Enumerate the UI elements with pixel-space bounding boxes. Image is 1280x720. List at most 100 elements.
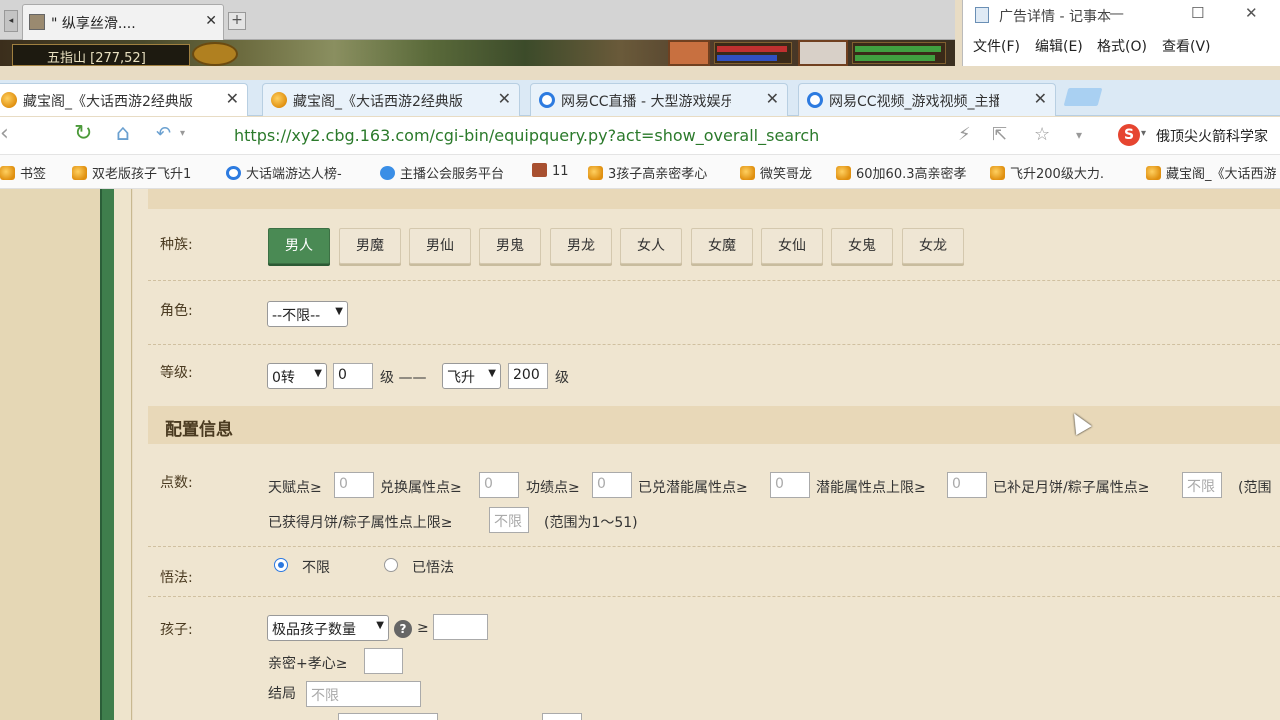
potential-cap-input[interactable]: 0 xyxy=(947,472,987,498)
close-icon[interactable]: ✕ xyxy=(766,89,779,108)
race-option[interactable]: 男人 xyxy=(268,228,330,264)
browser-tab-title: 网易CC直播 - 大型游戏娱乐直 xyxy=(561,94,731,110)
maximize-icon[interactable]: ☐ xyxy=(1191,4,1204,22)
role-select[interactable]: --不限-- ▼ xyxy=(267,301,348,327)
treasure-icon xyxy=(990,166,1005,180)
cropped-input[interactable] xyxy=(542,713,582,720)
race-option[interactable]: 男龙 xyxy=(550,228,612,264)
notepad-menu-view[interactable]: 查看(V) xyxy=(1162,36,1211,56)
bookmark-item[interactable]: 双老版孩子飞升1 xyxy=(72,163,191,182)
star-icon[interactable]: ☆ xyxy=(1034,124,1050,145)
race-option[interactable]: 男仙 xyxy=(409,228,471,264)
child-quality-select[interactable]: 极品孩子数量 ▼ xyxy=(267,615,389,641)
search-suggestion[interactable]: 俄顶尖火箭科学家 xyxy=(1156,126,1268,146)
level-to-input[interactable]: 200 xyxy=(508,363,548,389)
close-icon[interactable]: ✕ xyxy=(226,89,239,108)
home-icon[interactable]: ⌂ xyxy=(116,122,130,146)
bookmark-item[interactable]: 11 xyxy=(532,163,569,179)
player-status-bars xyxy=(714,42,792,64)
enlighten-done-radio[interactable] xyxy=(384,558,398,572)
back-icon[interactable]: ‹ xyxy=(0,122,9,146)
bookmark-item[interactable]: 飞升200级大力. xyxy=(990,163,1104,182)
minimize-icon[interactable]: — xyxy=(1109,4,1124,22)
new-tab-icon[interactable] xyxy=(1063,88,1103,106)
pet-portrait[interactable] xyxy=(798,40,848,66)
bookmark-item[interactable]: 微笑哥龙 xyxy=(740,163,812,182)
exchange-input[interactable]: 0 xyxy=(479,472,519,498)
game-tab[interactable]: " 纵享丝滑.... ✕ xyxy=(22,4,224,40)
treasure-icon xyxy=(740,166,755,180)
notepad-menu-file[interactable]: 文件(F) xyxy=(973,36,1020,56)
race-option[interactable]: 女龙 xyxy=(902,228,964,264)
merit-input[interactable]: 0 xyxy=(592,472,632,498)
mooncake-cap-range-text: (范围为1～51) xyxy=(544,515,638,531)
share-icon[interactable]: ⇱ xyxy=(992,124,1007,145)
divider xyxy=(148,596,1280,597)
divider xyxy=(148,280,1280,281)
mooncake-cap-input[interactable]: 不限 xyxy=(489,507,529,533)
cropped-input[interactable] xyxy=(338,713,438,720)
bookmark-item[interactable]: 大话端游达人榜- xyxy=(226,163,342,182)
bookmark-item[interactable]: 60加60.3高亲密孝 xyxy=(836,163,967,182)
bookmark-item[interactable]: 藏宝阁_《大话西游 xyxy=(1146,163,1277,182)
notepad-menu-format[interactable]: 格式(O) xyxy=(1097,36,1147,56)
close-icon[interactable]: ✕ xyxy=(498,89,511,108)
bookmark-item[interactable]: 书签 xyxy=(0,163,46,182)
enlighten-done-label[interactable]: 已悟法 xyxy=(412,557,454,577)
close-icon[interactable]: ✕ xyxy=(1245,4,1258,22)
race-option[interactable]: 男魔 xyxy=(339,228,401,264)
talent-input[interactable]: 0 xyxy=(334,472,374,498)
chevron-down-icon[interactable]: ▾ xyxy=(1076,128,1082,142)
mooncake-input[interactable]: 不限 xyxy=(1182,472,1222,498)
chevron-down-icon[interactable]: ▾ xyxy=(180,122,185,146)
chevron-down-icon[interactable]: ▾ xyxy=(1141,128,1146,139)
game-favicon-icon xyxy=(29,14,45,30)
enlighten-any-radio[interactable] xyxy=(274,558,288,572)
close-icon[interactable]: ✕ xyxy=(205,13,217,29)
pet-status-bars xyxy=(852,42,946,64)
player-portrait[interactable] xyxy=(668,40,710,66)
undo-icon[interactable]: ↶ xyxy=(156,122,171,146)
child-label: 孩子: xyxy=(160,622,193,638)
child-count-input[interactable] xyxy=(433,614,488,640)
browser-tab-title: 藏宝阁_《大话西游2经典版》官 xyxy=(293,94,463,110)
notepad-menu-edit[interactable]: 编辑(E) xyxy=(1035,36,1083,56)
left-rail-gap xyxy=(114,189,132,720)
tab-scroll-left-icon[interactable]: ◂ xyxy=(4,10,18,32)
help-icon[interactable]: ? xyxy=(394,620,412,638)
new-tab-icon[interactable]: + xyxy=(228,12,246,30)
url-input[interactable]: https://xy2.cbg.163.com/cgi-bin/equipque… xyxy=(234,126,819,145)
intimacy-input[interactable] xyxy=(364,648,403,674)
treasure-icon xyxy=(72,166,87,180)
basic-info-header xyxy=(148,189,1280,209)
lightning-icon[interactable]: ⚡ xyxy=(958,124,971,145)
bookmark-item[interactable]: 3孩子高亲密孝心 xyxy=(588,163,707,182)
browser-tab[interactable]: 网易CC直播 - 大型游戏娱乐直 ✕ xyxy=(530,83,788,116)
browser-tab[interactable]: 藏宝阁_《大话西游2经典版》官 ✕ xyxy=(262,83,520,116)
race-option[interactable]: 男鬼 xyxy=(479,228,541,264)
ending-label: 结局 xyxy=(268,686,296,702)
exchange-label: 兑换属性点≥ xyxy=(380,480,462,496)
race-option[interactable]: 女仙 xyxy=(761,228,823,264)
race-option[interactable]: 女人 xyxy=(620,228,682,264)
enlighten-any-label[interactable]: 不限 xyxy=(302,557,330,577)
role-label: 角色: xyxy=(160,303,193,319)
race-option[interactable]: 女魔 xyxy=(691,228,753,264)
sogou-search-icon[interactable]: S xyxy=(1118,124,1140,146)
browser-tab[interactable]: 网易CC视频_游戏视频_主播视 ✕ xyxy=(798,83,1056,116)
level-to-rebirth-select[interactable]: 飞升 ▼ xyxy=(442,363,501,389)
level-from-rebirth-select[interactable]: 0转 ▼ xyxy=(267,363,327,389)
browser-tab[interactable]: 藏宝阁_《大话西游2经典版》官 ✕ xyxy=(0,83,248,116)
bookmark-item[interactable]: 主播公会服务平台 xyxy=(380,163,504,182)
level-from-input[interactable]: 0 xyxy=(333,363,373,389)
treasure-icon xyxy=(271,92,287,108)
refresh-icon[interactable]: ↻ xyxy=(74,122,92,146)
ending-input[interactable]: 不限 xyxy=(306,681,421,707)
divider xyxy=(148,546,1280,547)
race-label: 种族: xyxy=(160,237,193,253)
potential-input[interactable]: 0 xyxy=(770,472,810,498)
intimacy-label: 亲密+孝心≥ xyxy=(268,656,348,672)
enlighten-label: 悟法: xyxy=(160,570,193,586)
race-option[interactable]: 女鬼 xyxy=(831,228,893,264)
close-icon[interactable]: ✕ xyxy=(1034,89,1047,108)
